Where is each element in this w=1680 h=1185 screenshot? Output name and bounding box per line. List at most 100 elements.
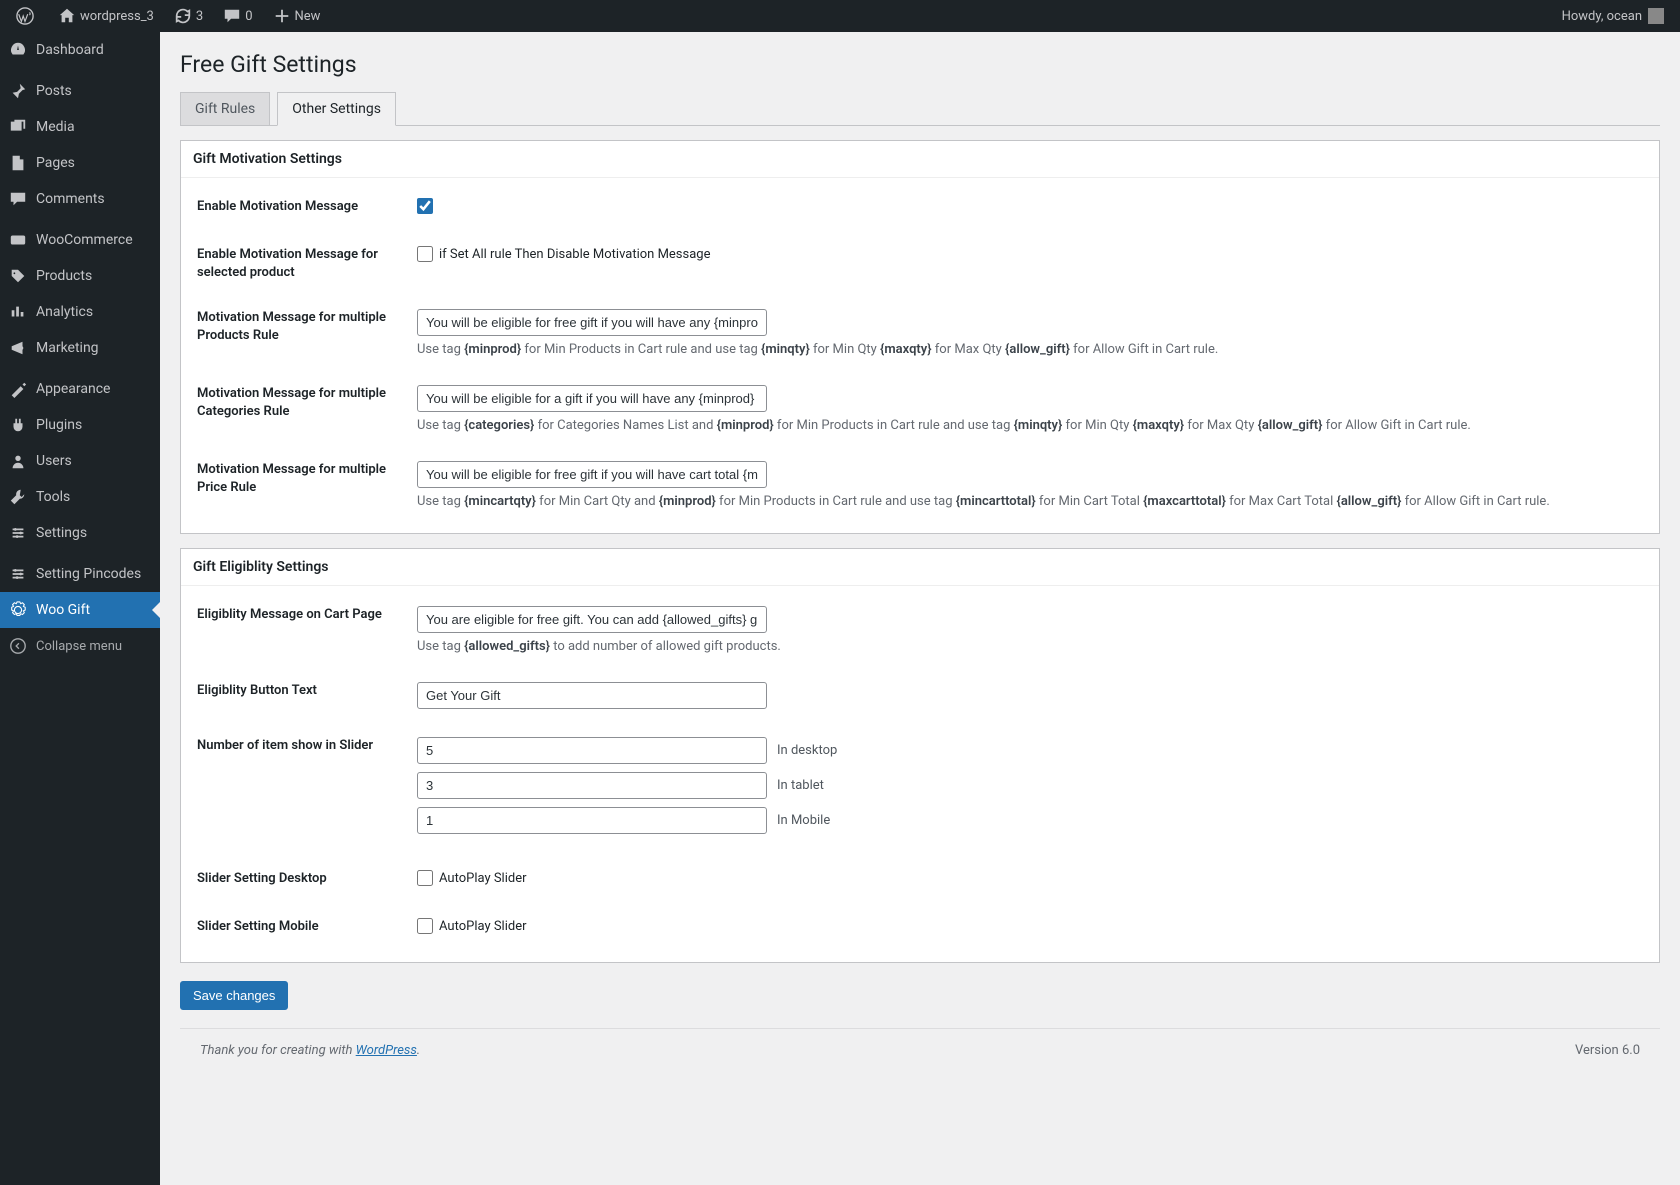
multi-price-desc: Use tag {mincartqty} for Min Cart Qty an… [417,494,1643,509]
sidebar-item-label: Plugins [36,417,82,433]
footer: Thank you for creating with WordPress. V… [180,1028,1660,1072]
new-content[interactable]: New [265,0,329,32]
eligibility-msg-input[interactable] [417,606,767,633]
site-name[interactable]: wordpress_3 [50,0,162,32]
motivation-panel-header: Gift Motivation Settings [181,141,1659,178]
howdy-text: Howdy, ocean [1562,9,1642,24]
plus-icon [273,7,291,25]
appearance-icon [8,379,28,399]
comment-icon [223,7,241,25]
footer-thanks: Thank you for creating with [200,1043,356,1058]
page-icon [8,153,28,173]
sidebar-item-tools[interactable]: Tools [0,479,160,515]
enable-motivation-label: Enable Motivation Message [197,198,417,216]
page-title: Free Gift Settings [180,42,1660,92]
sidebar-item-label: Setting Pincodes [36,566,141,582]
sidebar-item-comments[interactable]: Comments [0,181,160,217]
main-content: Free Gift Settings Gift RulesOther Setti… [160,0,1680,1185]
tab-other-settings[interactable]: Other Settings [277,92,396,126]
sidebar-item-label: Media [36,119,75,135]
home-icon [58,7,76,25]
collapse-menu[interactable]: Collapse menu [0,628,160,664]
sidebar-item-products[interactable]: Products [0,258,160,294]
plugin-icon [8,415,28,435]
product-icon [8,266,28,286]
sidebar-item-label: Posts [36,83,72,99]
enable-selected-checkbox[interactable] [417,246,433,262]
enable-selected-hint: if Set All rule Then Disable Motivation … [439,247,711,262]
footer-version: Version 6.0 [1575,1043,1640,1058]
multi-price-input[interactable] [417,461,767,488]
slider-tablet-input[interactable] [417,772,767,799]
footer-wp-link[interactable]: WordPress [356,1043,417,1058]
analytics-icon [8,302,28,322]
sidebar-item-woo-gift[interactable]: Woo Gift [0,592,160,628]
eligibility-btn-input[interactable] [417,682,767,709]
sidebar-item-plugins[interactable]: Plugins [0,407,160,443]
multi-cats-input[interactable] [417,385,767,412]
autoplay-desktop-label: AutoPlay Slider [439,871,527,886]
admin-bar-left: wordpress_3 3 0 New [8,0,328,32]
save-button[interactable]: Save changes [180,981,288,1010]
tabs: Gift RulesOther Settings [180,92,1660,126]
sidebar-item-analytics[interactable]: Analytics [0,294,160,330]
eligibility-msg-label: Eligiblity Message on Cart Page [197,606,417,624]
multi-products-desc: Use tag {minprod} for Min Products in Ca… [417,342,1643,357]
eligibility-msg-desc: Use tag {allowed_gifts} to add number of… [417,639,1643,654]
updates[interactable]: 3 [166,0,211,32]
gear-icon [8,600,28,620]
pin-icon [8,81,28,101]
sidebar-item-label: Analytics [36,304,93,320]
sidebar-item-label: Marketing [36,340,99,356]
media-icon [8,117,28,137]
slider-setting-mobile-label: Slider Setting Mobile [197,918,417,936]
sidebar-item-appearance[interactable]: Appearance [0,371,160,407]
sidebar-item-woocommerce[interactable]: WooCommerce [0,222,160,258]
slider-mobile-input[interactable] [417,807,767,834]
sidebar-item-marketing[interactable]: Marketing [0,330,160,366]
comments-bubble[interactable]: 0 [215,0,260,32]
slider-setting-desktop-label: Slider Setting Desktop [197,870,417,888]
sidebar-item-dashboard[interactable]: Dashboard [0,32,160,68]
tab-gift-rules[interactable]: Gift Rules [180,92,270,125]
avatar [1648,8,1664,24]
sidebar-item-label: Tools [36,489,70,505]
wp-logo[interactable] [8,0,46,32]
eligibility-btn-label: Eligiblity Button Text [197,682,417,700]
tools-icon [8,487,28,507]
slider-desktop-input[interactable] [417,737,767,764]
comment-icon [8,189,28,209]
updates-count: 3 [196,9,203,24]
sidebar-item-label: WooCommerce [36,232,133,248]
slider-mobile-hint: In Mobile [777,813,830,828]
enable-motivation-checkbox[interactable] [417,198,433,214]
slider-count-label: Number of item show in Slider [197,737,417,755]
sidebar-item-pages[interactable]: Pages [0,145,160,181]
new-label: New [295,9,321,24]
multi-cats-label: Motivation Message for multiple Categori… [197,385,417,420]
sidebar-item-label: Settings [36,525,87,541]
sidebar-item-setting-pincodes[interactable]: Setting Pincodes [0,556,160,592]
refresh-icon [174,7,192,25]
sidebar-item-label: Woo Gift [36,602,90,618]
sidebar-item-label: Comments [36,191,105,207]
multi-products-input[interactable] [417,309,767,336]
settings-icon [8,523,28,543]
sidebar-item-users[interactable]: Users [0,443,160,479]
autoplay-mobile-label: AutoPlay Slider [439,919,527,934]
sidebar-item-posts[interactable]: Posts [0,73,160,109]
eligibility-panel-header: Gift Eligiblity Settings [181,549,1659,586]
sidebar-item-settings[interactable]: Settings [0,515,160,551]
enable-selected-label: Enable Motivation Message for selected p… [197,246,417,281]
sidebar-item-label: Products [36,268,92,284]
howdy-account[interactable]: Howdy, ocean [1554,0,1672,32]
users-icon [8,451,28,471]
slider-tablet-hint: In tablet [777,778,824,793]
autoplay-mobile-checkbox[interactable] [417,918,433,934]
sidebar-item-label: Appearance [36,381,110,397]
autoplay-desktop-checkbox[interactable] [417,870,433,886]
sidebar-item-media[interactable]: Media [0,109,160,145]
sidebar-item-label: Dashboard [36,42,104,58]
dashboard-icon [8,40,28,60]
slider-desktop-hint: In desktop [777,743,837,758]
